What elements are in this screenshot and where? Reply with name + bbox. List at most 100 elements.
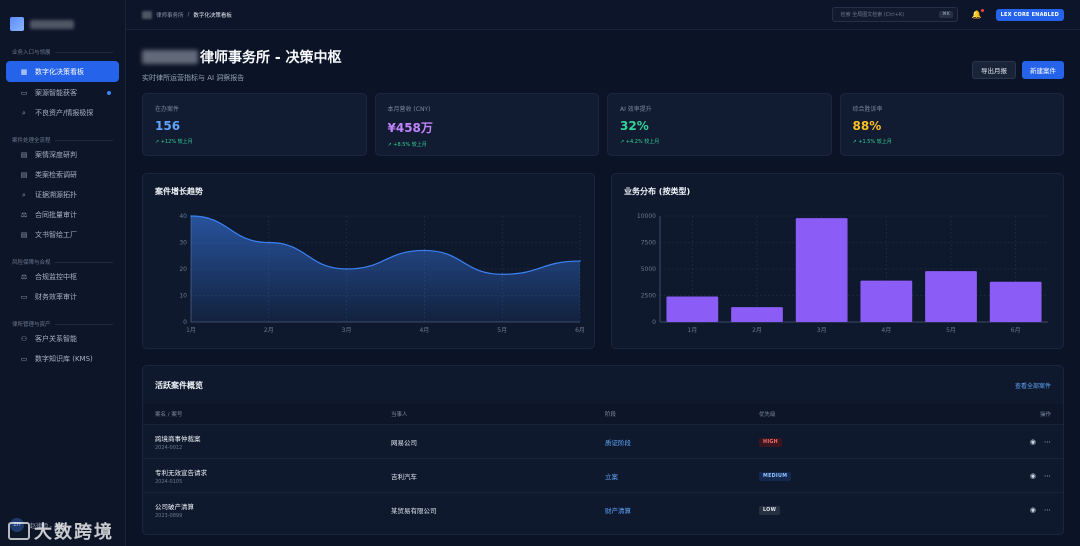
bar [925,271,977,322]
y-tick-label: 0 [183,319,187,326]
area-fill [191,216,580,322]
title-redacted [142,50,198,64]
sidebar-item[interactable]: ▭ 案源智能获客 [6,84,119,102]
data-point [501,273,504,276]
core-status-badge: LEX CORE ENABLED [995,8,1064,21]
business-distribution-chart: 业务分布 (按类型) 0 2500 5000 7500 10000 1月 2月 3月 4月 5月 6… [611,173,1064,349]
section-label: 业务入口与领展 [12,50,51,56]
sidebar-item-label: 客户关系智能 [35,335,77,343]
page-subtitle: 实时律所运营指标与 AI 洞察报告 [142,74,245,82]
kpi-value: ¥458万 [387,121,433,135]
y-tick-label: 2500 [641,293,656,300]
sidebar-item-label: 证据溯源拓扑 [35,191,77,199]
folder-icon: ▭ [20,355,28,363]
sidebar-item[interactable]: ▭ 数字知识库 (KMS) [6,350,119,368]
table-title: 活跃案件概览 [155,380,203,390]
column-header: 案名 / 案号 [155,412,183,418]
area-chart-svg: 0 10 20 30 40 1月 2月 3月 4月 5月 6月 [179,213,585,334]
x-tick-label: 1月 [186,327,196,334]
table-row[interactable]: 跨境商事仲裁案 2024-0012 网易公司 质证阶段 HIGH ◉ ⋯ [143,424,1063,458]
eye-icon[interactable]: ◉ [1030,472,1036,480]
case-name[interactable]: 跨境商事仲裁案 [155,433,391,443]
sidebar-item-label: 类案检索调研 [35,171,77,179]
more-icon[interactable]: ⋯ [1044,472,1051,480]
case-id: 2024-0012 [155,444,183,451]
table-body: 跨境商事仲裁案 2024-0012 网易公司 质证阶段 HIGH ◉ ⋯ 专利无效宣告请求 20… [143,424,1063,526]
stage-cell: 立案 [605,472,618,481]
table-row[interactable]: 专利无效宣告请求 2024-0105 吉利汽车 立案 MEDIUM ◉ ⋯ [143,458,1063,492]
section-divider [54,51,113,53]
sidebar-item-label: 案源智能获客 [35,89,77,97]
case-cell: 专利无效宣告请求 2024-0105 [155,467,391,485]
view-all-link[interactable]: 查看全部案件 [1015,381,1051,390]
more-icon[interactable]: ⋯ [1044,506,1051,514]
logo-icon [10,17,24,31]
users-icon: ⚇ [20,335,28,343]
kpi-card: 本月营收 (CNY) ¥458万 ↗ +8.5% 较上月 [374,93,599,156]
case-cell: 公司破产清算 2023-0899 [155,501,391,519]
section-divider [54,261,113,263]
chart-title: 案件增长趋势 [155,187,203,196]
column-header: 阶段 [605,412,617,418]
notification-dot [980,9,984,12]
section-divider [54,139,113,141]
more-icon[interactable]: ⋯ [1044,438,1051,446]
kpi-change: ↗ +4.2% 较上月 [620,139,660,145]
grid-icon: ▦ [20,67,28,76]
data-point [268,241,270,244]
actions-cell: ◉ ⋯ [1029,472,1051,480]
kpi-card: 综合胜诉率 88% ↗ +1.5% 较上月 [839,93,1064,156]
breadcrumb-parent[interactable]: 律师事务所 [156,11,184,19]
sidebar-item[interactable]: ▤ 类案检索调研 [6,166,119,184]
eye-icon[interactable]: ◉ [1030,506,1036,514]
data-point [579,260,581,262]
x-tick-label: 2月 [752,327,762,334]
chat-icon: ▭ [20,89,28,97]
y-tick-label: 0 [652,319,656,326]
sidebar-item[interactable]: ⌕ 不良资产/情报极探 [6,104,119,122]
sidebar-item-label: 文书智绘工厂 [35,231,77,239]
bell-icon[interactable]: 🔔 [972,9,984,19]
kpi-change: ↗ +8.5% 较上月 [387,142,427,148]
sidebar-item[interactable]: ⚖ 合规监控中枢 [6,268,119,286]
sidebar-item[interactable]: ⚖ 合同批量审计 [6,206,119,224]
search-placeholder: 检索 全局图文检索 (Ctrl+K) [840,12,905,18]
sidebar-item-label: 案情深度研判 [35,151,77,159]
sidebar-item[interactable]: ▤ 案情深度研判 [6,146,119,164]
section-divider [54,323,113,325]
data-point [190,215,192,217]
notification-dot [107,91,111,95]
breadcrumb-redacted [142,10,152,19]
scale-icon: ⚖ [20,273,28,281]
case-name[interactable]: 专利无效宣告请求 [155,467,391,477]
bar [795,218,848,322]
search-input[interactable]: 检索 全局图文检索 (Ctrl+K) ⌘K [831,7,958,22]
data-point [423,249,426,252]
table-row[interactable]: 公司破产清算 2023-0899 某贸易有限公司 财产清算 LOW ◉ ⋯ [143,492,1063,526]
document-icon: ▤ [20,151,28,159]
watermark: 大数跨境 [8,518,114,544]
kpi-value: 32% [620,119,649,133]
kpi-change: ↗ +12% 较上月 [155,139,193,145]
sidebar-item[interactable]: ▦ 数字化决策看板 [6,61,119,82]
x-tick-label: 2月 [264,327,274,334]
sidebar-item-label: 不良资产/情报极探 [35,109,94,117]
x-tick-label: 4月 [881,327,891,334]
new-case-button[interactable]: 新建案件 [1022,61,1064,79]
x-tick-label: 4月 [419,327,429,334]
section-label: 案件处理全流程 [12,138,51,144]
sidebar-item[interactable]: ▭ 财务效率审计 [6,288,119,306]
export-report-button[interactable]: 导出月报 [972,61,1016,79]
section-label: 风险保障与合规 [12,260,51,266]
logo[interactable] [0,0,125,36]
eye-icon[interactable]: ◉ [1030,438,1036,446]
topbar-actions: 检索 全局图文检索 (Ctrl+K) ⌘K 🔔 LEX CORE ENABLED [831,7,1064,22]
y-tick-label: 40 [179,213,187,220]
kpi-value: 88% [852,119,882,133]
sidebar-item[interactable]: ▤ 文书智绘工厂 [6,226,119,244]
folder-icon: ▭ [20,293,28,301]
kpi-row: 在办案件 156 ↗ +12% 较上月 本月营收 (CNY) ¥458万 ↗ +8.5% … [142,93,1064,156]
sidebar-item[interactable]: ⚇ 客户关系智能 [6,330,119,348]
sidebar-item[interactable]: ⌕ 证据溯源拓扑 [6,186,119,204]
case-name[interactable]: 公司破产清算 [155,501,391,511]
